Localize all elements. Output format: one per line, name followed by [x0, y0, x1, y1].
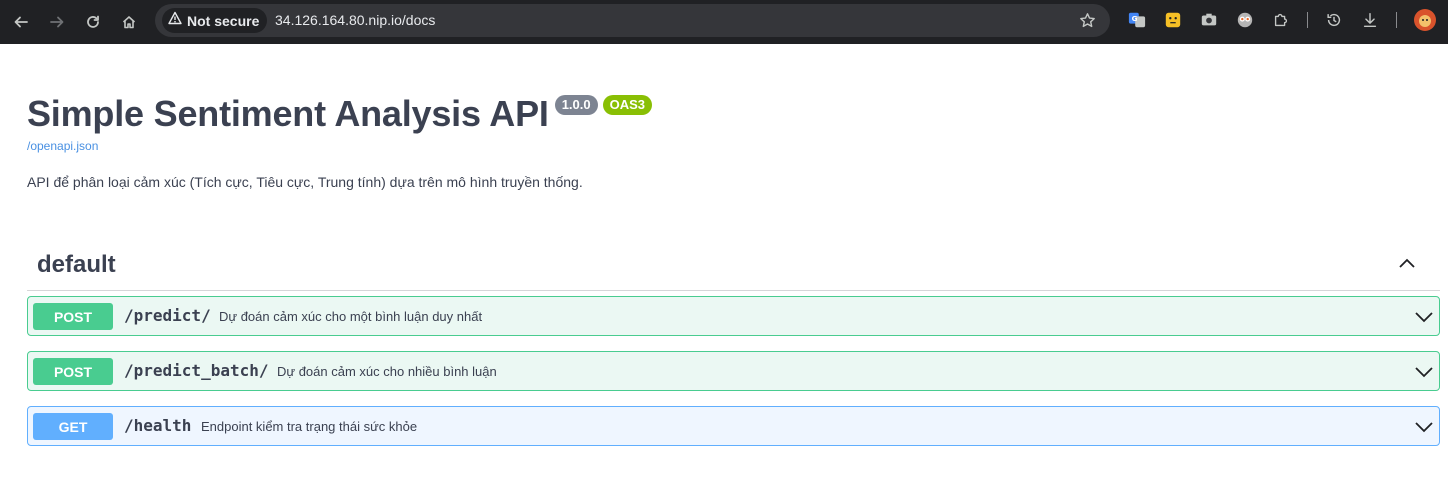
translate-extension-icon[interactable]: G	[1127, 10, 1147, 30]
download-icon[interactable]	[1360, 10, 1380, 30]
api-title-row: Simple Sentiment Analysis API 1.0.0 OAS3	[27, 93, 653, 135]
operation-path: /health	[124, 416, 192, 435]
operation-summary: Dự đoán cảm xúc cho nhiều bình luận	[277, 364, 497, 379]
operation-path: /predict/	[124, 306, 211, 325]
operation-health[interactable]: GET /health Endpoint kiểm tra trạng thái…	[27, 406, 1440, 446]
section-title: default	[37, 251, 116, 278]
puzzle-extension-icon[interactable]	[1271, 10, 1291, 30]
address-bar[interactable]: Not secure 34.126.164.80.nip.io/docs	[155, 4, 1110, 37]
security-label: Not secure	[187, 12, 260, 29]
toolbar-divider	[1307, 12, 1308, 28]
security-chip[interactable]: Not secure	[162, 8, 268, 33]
browser-toolbar: Not secure 34.126.164.80.nip.io/docs G	[0, 0, 1448, 44]
emoji-extension-icon[interactable]	[1163, 10, 1183, 30]
history-icon[interactable]	[1324, 10, 1344, 30]
oas-badge: OAS3	[602, 95, 653, 115]
url-text[interactable]: 34.126.164.80.nip.io/docs	[275, 12, 435, 28]
owl-extension-icon[interactable]	[1235, 10, 1255, 30]
openapi-json-link[interactable]: /openapi.json	[27, 139, 98, 153]
camera-extension-icon[interactable]	[1199, 10, 1219, 30]
method-badge: POST	[33, 358, 113, 385]
method-badge: POST	[33, 303, 113, 330]
chevron-down-icon[interactable]	[1413, 416, 1435, 438]
operation-path: /predict_batch/	[124, 361, 269, 380]
back-icon[interactable]	[7, 8, 35, 36]
chevron-down-icon[interactable]	[1413, 361, 1435, 383]
version-badge: 1.0.0	[554, 95, 598, 115]
toolbar-divider	[1396, 12, 1397, 28]
profile-avatar[interactable]	[1414, 9, 1436, 31]
method-badge: GET	[33, 413, 113, 440]
svg-text:G: G	[1132, 14, 1138, 23]
reload-icon[interactable]	[79, 8, 107, 36]
tag-section-default[interactable]: default	[27, 245, 1440, 291]
operation-summary: Dự đoán cảm xúc cho một bình luận duy nh…	[219, 309, 483, 324]
chevron-up-icon[interactable]	[1396, 253, 1418, 275]
operation-predict-batch[interactable]: POST /predict_batch/ Dự đoán cảm xúc cho…	[27, 351, 1440, 391]
star-icon[interactable]	[1079, 12, 1096, 29]
warning-icon	[168, 11, 182, 30]
forward-icon[interactable]	[43, 8, 71, 36]
chevron-down-icon[interactable]	[1413, 306, 1435, 328]
operation-predict[interactable]: POST /predict/ Dự đoán cảm xúc cho một b…	[27, 296, 1440, 336]
api-description: API để phân loại cảm xúc (Tích cực, Tiêu…	[27, 174, 583, 190]
operation-summary: Endpoint kiểm tra trạng thái sức khỏe	[201, 419, 418, 434]
page-title: Simple Sentiment Analysis API	[27, 93, 549, 134]
home-icon[interactable]	[115, 8, 143, 36]
